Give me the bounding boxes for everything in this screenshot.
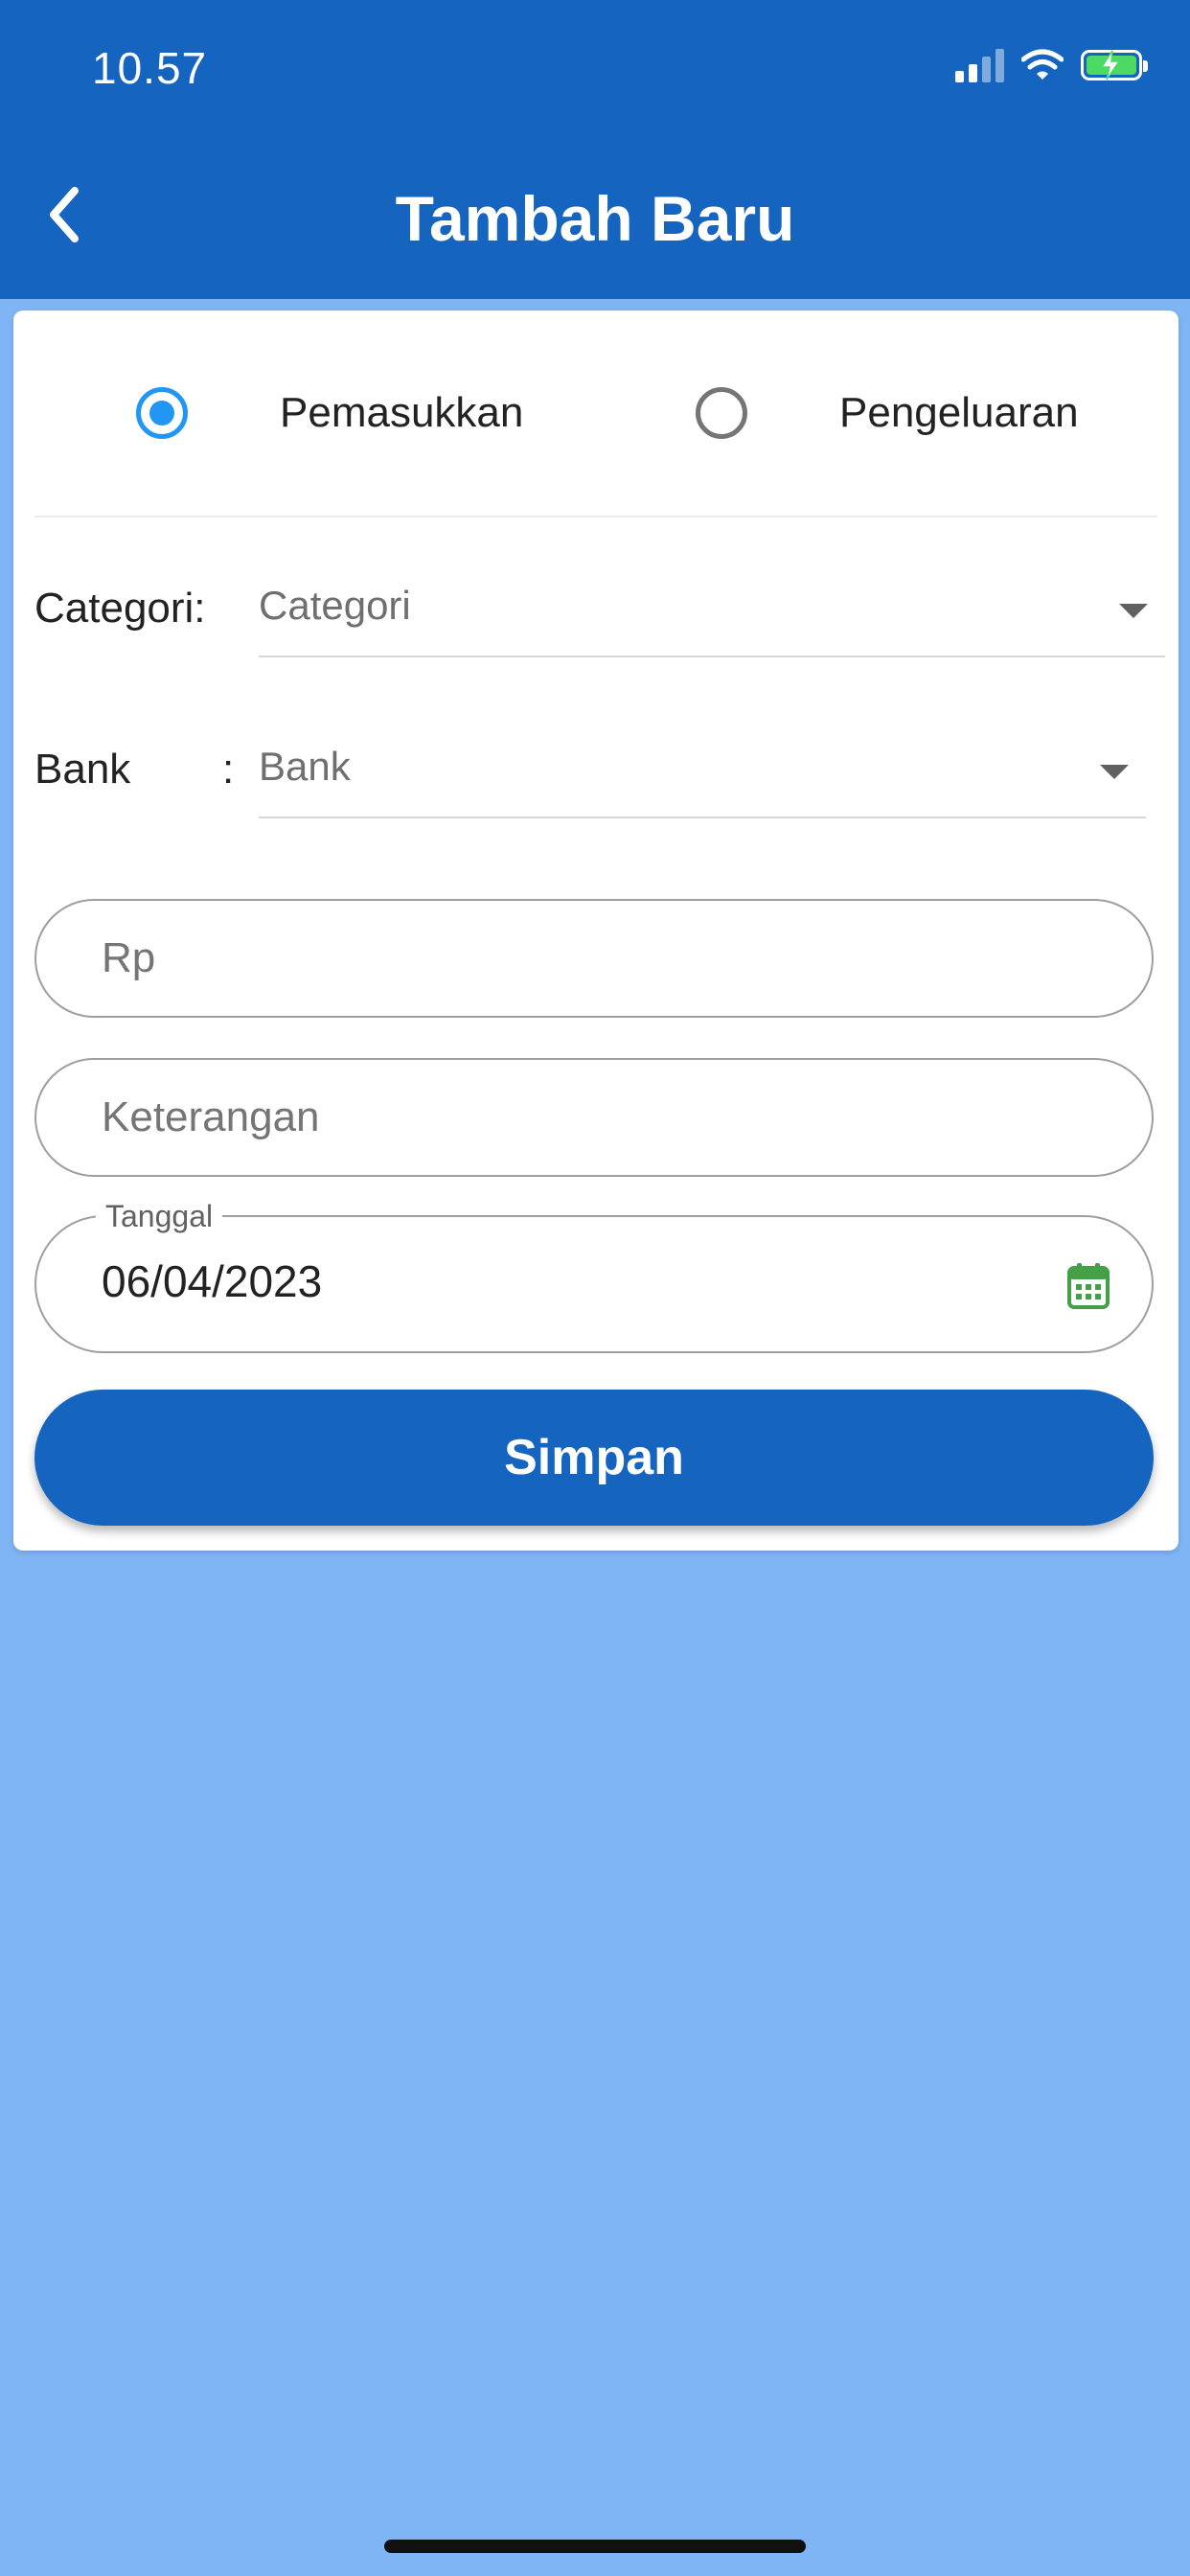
date-field[interactable]: Tanggal 06/04/2023 — [34, 1199, 1154, 1353]
bank-label: Bank — [34, 746, 131, 793]
category-label: Categori: — [34, 585, 206, 632]
transaction-type-group: Pemasukkan Pengeluaran — [34, 310, 1157, 518]
category-placeholder: Categori — [259, 583, 411, 628]
caret-down-icon — [1119, 604, 1148, 618]
page-title: Tambah Baru — [395, 183, 795, 254]
battery-charging-icon — [1081, 50, 1148, 80]
radio-label-pengeluaran[interactable]: Pengeluaran — [839, 387, 1079, 439]
amount-input[interactable] — [34, 899, 1154, 1018]
bank-dropdown[interactable]: Bank — [259, 728, 1146, 818]
description-input[interactable] — [34, 1058, 1154, 1177]
bank-label-separator: : — [222, 746, 235, 793]
save-button[interactable]: Simpan — [34, 1390, 1154, 1526]
home-indicator — [384, 2540, 806, 2553]
status-time: 10.57 — [92, 43, 208, 93]
date-label: Tanggal — [96, 1199, 223, 1234]
radio-pengeluaran[interactable] — [696, 387, 747, 439]
transaction-form-card: Pemasukkan Pengeluaran Categori: Categor… — [13, 310, 1179, 1551]
wifi-icon — [1021, 49, 1064, 80]
status-icons — [955, 48, 1148, 82]
bank-placeholder: Bank — [259, 744, 351, 789]
app-bar: 10.57 Tambah Baru — [0, 0, 1190, 299]
caret-down-icon — [1100, 765, 1129, 779]
radio-label-pemasukkan[interactable]: Pemasukkan — [280, 387, 523, 439]
category-dropdown[interactable]: Categori — [259, 567, 1165, 657]
date-value: 06/04/2023 — [102, 1256, 323, 1306]
calendar-icon[interactable] — [1067, 1263, 1110, 1309]
cellular-signal-icon — [955, 48, 1004, 82]
radio-pemasukkan[interactable] — [136, 387, 188, 439]
